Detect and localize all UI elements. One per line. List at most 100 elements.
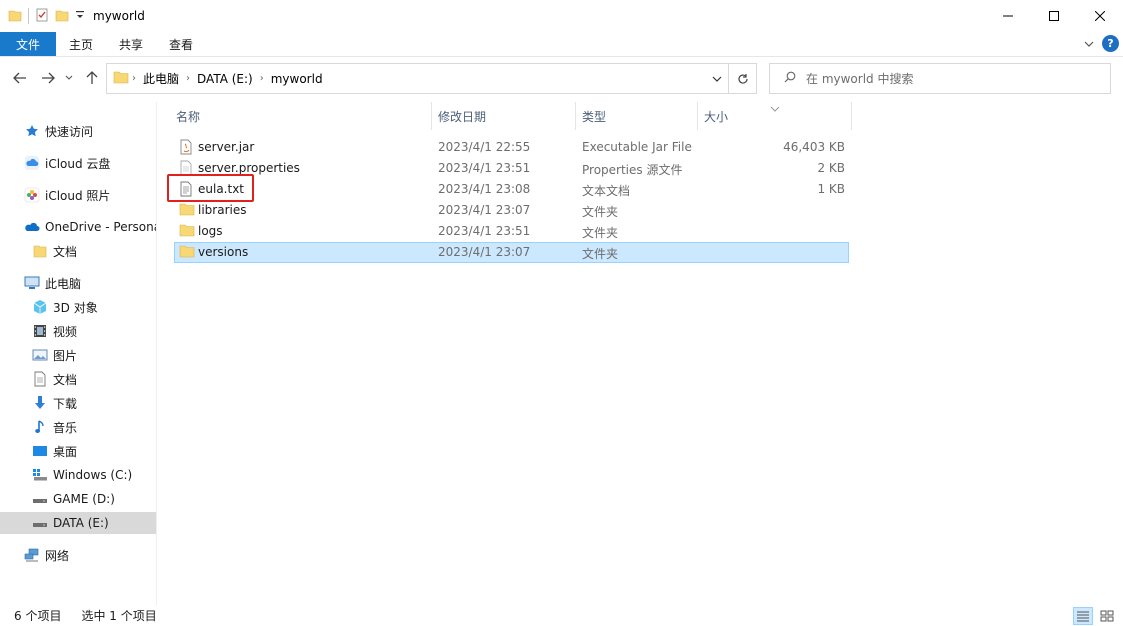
forward-button[interactable] (38, 68, 58, 88)
recent-locations-button[interactable] (62, 68, 76, 88)
large-icons-view-button[interactable] (1097, 607, 1117, 625)
back-button[interactable] (10, 68, 30, 88)
properties-file-icon (179, 160, 193, 179)
file-name: versions (198, 245, 249, 259)
column-label: 名称 (176, 109, 201, 124)
text-file-icon (179, 181, 193, 200)
item-count: 6 个项目 (14, 609, 62, 623)
minimize-button[interactable] (985, 0, 1031, 32)
window-title: myworld (93, 9, 145, 23)
sidebar-item-label: 3D 对象 (53, 300, 98, 315)
folder-icon (8, 8, 22, 25)
file-name: logs (198, 224, 223, 238)
chevron-right-icon[interactable]: › (129, 73, 139, 84)
file-row[interactable]: libraries 2023/4/1 23:07 文件夹 (174, 200, 849, 221)
sidebar-item-label: 快速访问 (45, 124, 94, 139)
sidebar-item-label: iCloud 云盘 (45, 156, 111, 171)
cloud-icon (24, 155, 40, 171)
sidebar-item-pictures[interactable]: 图片 (0, 344, 156, 366)
tab-file[interactable]: 文件 (0, 32, 56, 56)
breadcrumb-data-drive[interactable]: DATA (E:) (193, 72, 257, 86)
sidebar-item-downloads[interactable]: 下载 (0, 392, 156, 414)
sidebar-item-label: 桌面 (53, 444, 78, 459)
details-view-button[interactable] (1073, 607, 1093, 625)
column-header-size[interactable]: 大小 (698, 102, 852, 130)
close-button[interactable] (1077, 0, 1123, 32)
sidebar-item-onedrive-documents[interactable]: 文档 (0, 240, 156, 262)
file-row[interactable]: server.jar 2023/4/1 22:55 Executable Jar F… (174, 137, 849, 158)
breadcrumb-this-pc[interactable]: 此电脑 (139, 70, 183, 87)
file-modified: 2023/4/1 23:07 (438, 203, 531, 217)
sidebar-item-label: 视频 (53, 324, 78, 339)
address-dropdown-button[interactable] (706, 64, 728, 93)
file-type: 文本文档 (582, 184, 631, 198)
download-arrow-icon (32, 395, 48, 411)
sidebar-item-desktop[interactable]: 桌面 (0, 440, 156, 462)
sidebar-item-label: GAME (D:) (53, 492, 115, 506)
sidebar-item-3d-objects[interactable]: 3D 对象 (0, 296, 156, 318)
new-folder-icon[interactable] (55, 8, 69, 25)
breadcrumb-myworld[interactable]: myworld (267, 72, 327, 86)
window-controls (985, 0, 1123, 32)
drive-icon (32, 491, 48, 507)
file-type: Executable Jar File (582, 140, 692, 154)
chevron-right-icon[interactable]: › (183, 73, 193, 84)
view-toggle (1073, 607, 1117, 625)
column-header-name[interactable]: 名称 (170, 102, 432, 130)
up-button[interactable] (82, 68, 102, 88)
system-drive-icon (32, 467, 48, 483)
breadcrumb: › 此电脑 › DATA (E:) › myworld (107, 64, 706, 93)
maximize-button[interactable] (1031, 0, 1077, 32)
desktop-icon (32, 443, 48, 459)
folder-icon (179, 244, 195, 261)
sidebar-item-icloud-drive[interactable]: iCloud 云盘 (0, 152, 156, 174)
sort-chevron-icon (770, 101, 780, 115)
ribbon-right-controls: ? (1084, 35, 1119, 52)
document-icon (32, 371, 48, 387)
sidebar-item-label: Windows (C:) (53, 468, 133, 482)
divider (28, 8, 29, 24)
sidebar-item-quick-access[interactable]: 快速访问 (0, 120, 156, 142)
column-label: 修改日期 (438, 109, 487, 124)
customize-dropdown-icon[interactable] (75, 9, 85, 24)
file-size: 1 KB (817, 182, 845, 196)
sidebar-item-label: 图片 (53, 348, 78, 363)
sidebar-item-this-pc[interactable]: 此电脑 (0, 272, 156, 294)
sidebar-item-label: 文档 (53, 244, 78, 259)
film-icon (32, 323, 48, 339)
tab-share[interactable]: 共享 (106, 32, 156, 56)
expand-ribbon-icon[interactable] (1084, 37, 1094, 51)
file-modified: 2023/4/1 23:51 (438, 224, 531, 238)
cube-icon (32, 299, 48, 315)
sidebar-item-videos[interactable]: 视频 (0, 320, 156, 342)
column-header-type[interactable]: 类型 (576, 102, 698, 130)
chevron-right-icon[interactable]: › (257, 73, 267, 84)
refresh-button[interactable] (728, 64, 756, 93)
sidebar-item-music[interactable]: 音乐 (0, 416, 156, 438)
sidebar-item-icloud-photos[interactable]: iCloud 照片 (0, 184, 156, 206)
sidebar-item-network[interactable]: 网络 (0, 544, 156, 566)
file-row[interactable]: eula.txt 2023/4/1 23:08 文本文档 1 KB (174, 179, 849, 200)
properties-icon[interactable] (35, 8, 49, 25)
file-row[interactable]: server.properties 2023/4/1 23:51 Propertie… (174, 158, 849, 179)
tab-view[interactable]: 查看 (156, 32, 206, 56)
sidebar-item-drive-d[interactable]: GAME (D:) (0, 488, 156, 510)
help-icon[interactable]: ? (1102, 35, 1119, 52)
sidebar-item-drive-c[interactable]: Windows (C:) (0, 464, 156, 486)
jar-file-icon (179, 139, 193, 158)
search-box[interactable] (769, 63, 1111, 94)
tab-home[interactable]: 主页 (56, 32, 106, 56)
sidebar-item-documents[interactable]: 文档 (0, 368, 156, 390)
sidebar-item-onedrive[interactable]: OneDrive - Personal (0, 216, 156, 238)
column-header-modified[interactable]: 修改日期 (432, 102, 576, 130)
file-list-view: 名称 修改日期 类型 大小 server.jar 2023/4/1 22:55 Ex… (160, 102, 1123, 605)
folder-icon (179, 223, 195, 240)
navigation-bar: › 此电脑 › DATA (E:) › myworld (0, 58, 1123, 100)
search-input[interactable] (806, 71, 1086, 86)
file-row[interactable]: versions 2023/4/1 23:07 文件夹 (174, 242, 849, 263)
photos-icon (24, 187, 40, 203)
sidebar-item-drive-e[interactable]: DATA (E:) (0, 512, 156, 534)
file-type: 文件夹 (582, 247, 619, 261)
address-bar[interactable]: › 此电脑 › DATA (E:) › myworld (106, 63, 757, 94)
file-row[interactable]: logs 2023/4/1 23:51 文件夹 (174, 221, 849, 242)
